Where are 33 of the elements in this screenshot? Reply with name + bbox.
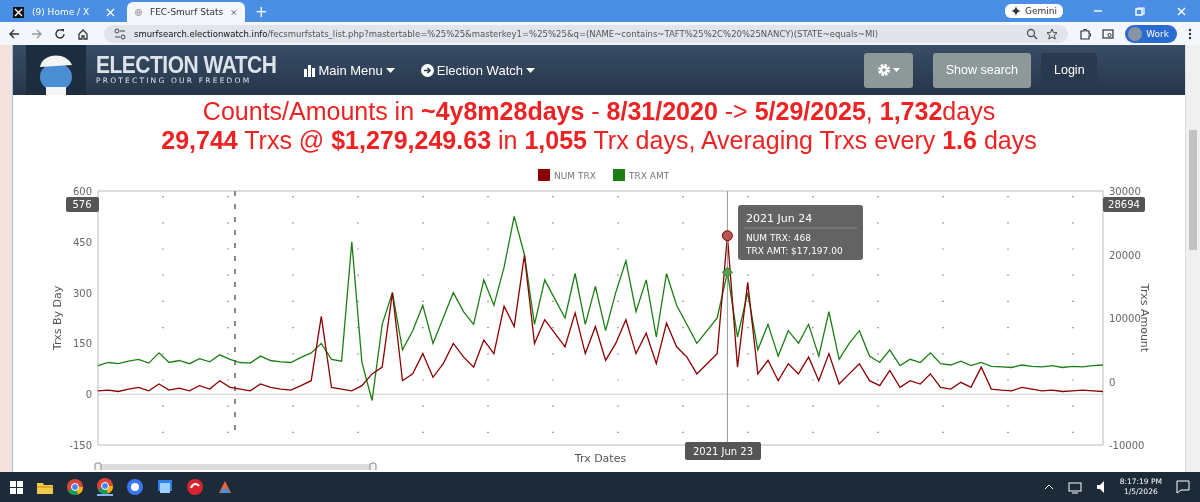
axis-tick-label: 600 (72, 186, 92, 197)
axis-tick-label: -150 (69, 440, 92, 451)
legend-item[interactable]: NUM TRX (538, 169, 596, 181)
tooltip-text: TRX AMT: $17,197.00 (746, 246, 843, 256)
tooltip-title: 2021 Jun 24 (746, 212, 813, 225)
nav-menu[interactable]: Election Watch (420, 62, 535, 78)
axis-tick-label: 20000 (1109, 249, 1141, 261)
axis-tick-label: 150 (72, 338, 92, 350)
legend-label: NUM TRX (554, 171, 596, 181)
legend-item[interactable]: TRX AMT (613, 169, 670, 181)
address-bar[interactable]: smurfsearch.electionwatch.info/fecsmurfstats_list.php?mastertable=%25%25&masterkey1=%25%25&q=(NAME~contains~TAFT%25%2C%20%25NANCY)(STATE~equals~MI) (104, 24, 1069, 43)
headline-text: Counts/Amounts in ~4y8m28days - 8/31/2020 -> 5/29/2025, 1,732days (202, 97, 996, 126)
legend-label: TRX AMT (628, 171, 670, 181)
tooltip-text: NUM TRX: 468 (746, 233, 811, 243)
gemini-button[interactable]: Gemini (1005, 4, 1063, 18)
axis-title: Trxs By Day (51, 285, 64, 351)
browser-tab[interactable]: FEC-Smurf Stats (127, 2, 245, 22)
axis-tick-label: 300 (72, 287, 92, 299)
axis-tick-label: 0 (1109, 376, 1116, 388)
profile-button[interactable]: Work (1125, 24, 1177, 43)
axis-tick-label: 30000 (1109, 186, 1141, 197)
axis-value-label: 28694 (1103, 197, 1145, 212)
axis-tick-label: -10000 (1109, 440, 1145, 451)
nav-menu[interactable]: Main Menu (304, 62, 395, 78)
axis-tick-label: 450 (72, 236, 92, 248)
url-text: smurfsearch.electionwatch.info/fecsmurfstats_list.php?mastertable=%25%25&masterkey1=%25%25&q=(NAME~contains~TAFT%25%2C%20%25NANCY)(STATE~equals~MI) (134, 28, 879, 39)
axis-title: Trx Dates (574, 452, 627, 465)
axis-value-label: 2021 Jun 23 (685, 442, 761, 460)
axis-value-label: 576 (66, 197, 99, 212)
axis-tick-label: 10000 (1109, 313, 1141, 324)
logo-title: ELECTION WATCH (96, 52, 277, 78)
headline-text: 29,744 Trxs @ $1,279,249.63 in 1,055 Trx days, Averaging Trxs every 1.6 days (161, 126, 1037, 155)
axis-tick-label: 0 (85, 389, 92, 401)
